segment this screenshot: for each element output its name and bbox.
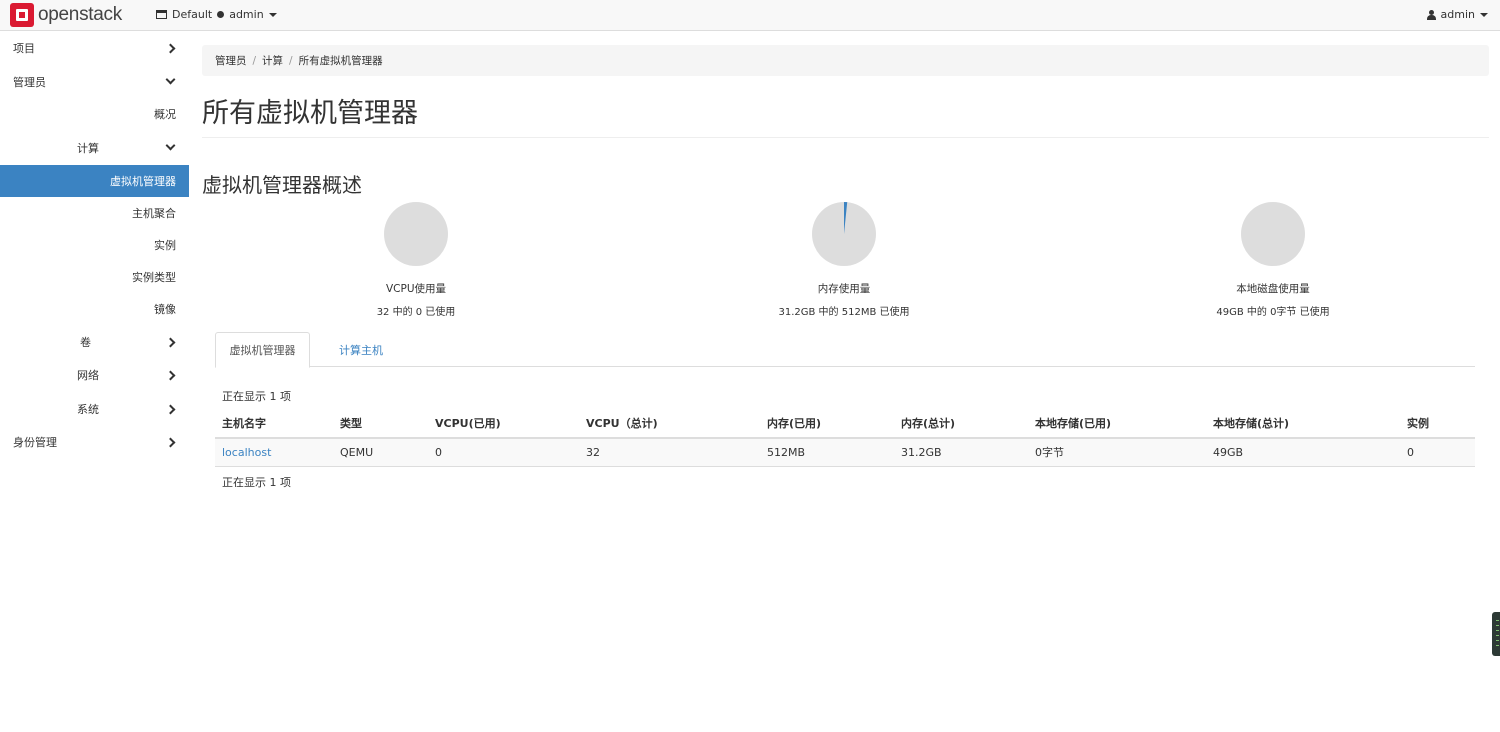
user-menu[interactable]: admin <box>1426 8 1488 21</box>
sidebar-item-label: 管理员 <box>13 76 46 89</box>
sidebar-item-label: 主机聚合 <box>132 207 176 220</box>
pie-background <box>1241 202 1305 266</box>
usage-label: VCPU使用量 <box>385 283 447 295</box>
sidebar-item-identity[interactable]: 身份管理 <box>0 426 189 458</box>
breadcrumb-item-compute[interactable]: 计算 <box>262 53 283 68</box>
sidebar-item-volumes[interactable]: 卷 <box>0 326 189 358</box>
chevron-right-icon <box>165 43 176 53</box>
sidebar-item-label: 计算 <box>77 142 99 155</box>
chevron-right-icon <box>165 404 176 414</box>
col-header-vcpu-total[interactable]: VCPU（总计) <box>579 409 760 439</box>
usage-label: 内存使用量 <box>817 283 871 295</box>
page-title: 所有虚拟机管理器 <box>202 98 418 129</box>
usage-detail: 31.2GB 中的 512MB 已使用 <box>778 307 910 318</box>
col-header-instances[interactable]: 实例 <box>1400 409 1475 439</box>
memory-usage-chart: 内存使用量 31.2GB 中的 512MB 已使用 <box>744 201 944 318</box>
vcpu-usage-chart: VCPU使用量 32 中的 0 已使用 <box>316 201 516 318</box>
col-header-hostname[interactable]: 主机名字 <box>215 409 333 439</box>
side-scroll-handle[interactable] <box>1492 612 1500 656</box>
sidebar-item-compute[interactable]: 计算 <box>0 132 189 164</box>
section-title: 虚拟机管理器概述 <box>202 173 362 197</box>
col-header-memory-total[interactable]: 内存(总计) <box>894 409 1028 439</box>
brand-name: openstack <box>38 4 122 25</box>
sidebar-item-label: 项目 <box>13 42 35 55</box>
breadcrumb-item-current: 所有虚拟机管理器 <box>298 55 383 67</box>
top-navbar: openstack Default admin admin <box>0 0 1500 31</box>
user-name: admin <box>1440 8 1475 21</box>
breadcrumb-separator: / <box>252 54 257 67</box>
col-header-vcpu-used[interactable]: VCPU(已用) <box>428 409 579 439</box>
sidebar-item-hypervisors[interactable]: 虚拟机管理器 <box>0 165 189 197</box>
openstack-logo-icon <box>10 3 34 27</box>
vcpu-pie <box>384 202 448 266</box>
sidebar-item-network[interactable]: 网络 <box>0 359 189 391</box>
hypervisors-table: 主机名字 类型 VCPU(已用) VCPU（总计) 内存(已用) 内存(总计) … <box>215 409 1475 467</box>
sidebar-item-label: 实例类型 <box>132 271 176 284</box>
sidebar-item-images[interactable]: 镜像 <box>0 293 189 325</box>
caret-down-icon <box>268 12 277 17</box>
tab-bar: 虚拟机管理器 计算主机 <box>215 332 1475 368</box>
caret-down-icon <box>1480 12 1488 17</box>
cell-vcpu-used: 0 <box>428 438 579 467</box>
separator-dot-icon <box>217 11 225 18</box>
col-header-memory-used[interactable]: 内存(已用) <box>760 409 894 439</box>
user-icon <box>1426 9 1436 20</box>
sidebar-item-overview[interactable]: 概况 <box>0 98 189 130</box>
cell-memory-used: 512MB <box>760 438 894 467</box>
cell-hostname: localhost <box>215 438 333 467</box>
sidebar-item-host-aggregates[interactable]: 主机聚合 <box>0 197 189 229</box>
sidebar-item-admin[interactable]: 管理员 <box>0 66 189 98</box>
breadcrumb-item-admin[interactable]: 管理员 <box>215 53 247 68</box>
usage-detail: 32 中的 0 已使用 <box>376 307 456 318</box>
hostname-link[interactable]: localhost <box>222 446 271 459</box>
sidebar-item-label: 实例 <box>154 239 176 252</box>
cell-storage-used: 0字节 <box>1028 438 1206 467</box>
disk-pie <box>1241 202 1305 266</box>
cell-type: QEMU <box>333 438 428 467</box>
brand-logo-link[interactable]: openstack <box>10 3 122 27</box>
disk-usage-chart: 本地磁盘使用量 49GB 中的 0字节 已使用 <box>1173 201 1373 318</box>
title-divider <box>202 137 1489 138</box>
sidebar-item-label: 镜像 <box>154 303 176 316</box>
project-picker[interactable]: Default admin <box>156 8 277 21</box>
cell-vcpu-total: 32 <box>579 438 760 467</box>
sidebar-item-system[interactable]: 系统 <box>0 393 189 425</box>
sidebar-item-project[interactable]: 项目 <box>0 32 189 64</box>
table-row: localhost QEMU 0 32 512MB 31.2GB 0字节 49G… <box>215 438 1475 467</box>
chevron-down-icon <box>165 140 176 151</box>
cell-memory-total: 31.2GB <box>894 438 1028 467</box>
sidebar-item-label: 系统 <box>77 403 99 416</box>
cell-storage-total: 49GB <box>1206 438 1400 467</box>
tab-compute-hosts[interactable]: 计算主机 <box>326 332 396 367</box>
chevron-right-icon <box>165 337 176 347</box>
item-count-bottom: 正在显示 1 项 <box>222 476 291 489</box>
sidebar-item-instances[interactable]: 实例 <box>0 229 189 261</box>
chevron-down-icon <box>165 74 176 85</box>
sidebar-item-flavors[interactable]: 实例类型 <box>0 261 189 293</box>
breadcrumb: 管理员 / 计算 / 所有虚拟机管理器 <box>202 45 1489 76</box>
tab-hypervisors[interactable]: 虚拟机管理器 <box>215 332 310 368</box>
col-header-storage-total[interactable]: 本地存储(总计) <box>1206 409 1400 439</box>
sidebar: 项目 管理员 概况 计算 虚拟机管理器 主机聚合 实例 实例类型 镜像 卷 网络… <box>0 31 189 732</box>
table-header-row: 主机名字 类型 VCPU(已用) VCPU（总计) 内存(已用) 内存(总计) … <box>215 409 1475 439</box>
chevron-right-icon <box>165 370 176 380</box>
project-icon <box>156 10 167 19</box>
usage-label: 本地磁盘使用量 <box>1236 283 1310 295</box>
sidebar-item-label: 虚拟机管理器 <box>110 175 176 188</box>
item-count-top: 正在显示 1 项 <box>222 390 291 403</box>
project-name: admin <box>229 8 264 21</box>
sidebar-item-label: 卷 <box>80 336 91 349</box>
sidebar-item-label: 身份管理 <box>13 436 57 449</box>
breadcrumb-separator: / <box>289 54 293 67</box>
chevron-right-icon <box>165 437 176 447</box>
col-header-type[interactable]: 类型 <box>333 409 428 439</box>
pie-background <box>384 202 448 266</box>
domain-name: Default <box>172 8 213 21</box>
memory-pie <box>812 202 876 266</box>
sidebar-item-label: 网络 <box>77 369 99 382</box>
usage-detail: 49GB 中的 0字节 已使用 <box>1216 307 1330 318</box>
sidebar-item-label: 概况 <box>154 108 176 121</box>
col-header-storage-used[interactable]: 本地存储(已用) <box>1028 409 1206 439</box>
cell-instances: 0 <box>1400 438 1475 467</box>
